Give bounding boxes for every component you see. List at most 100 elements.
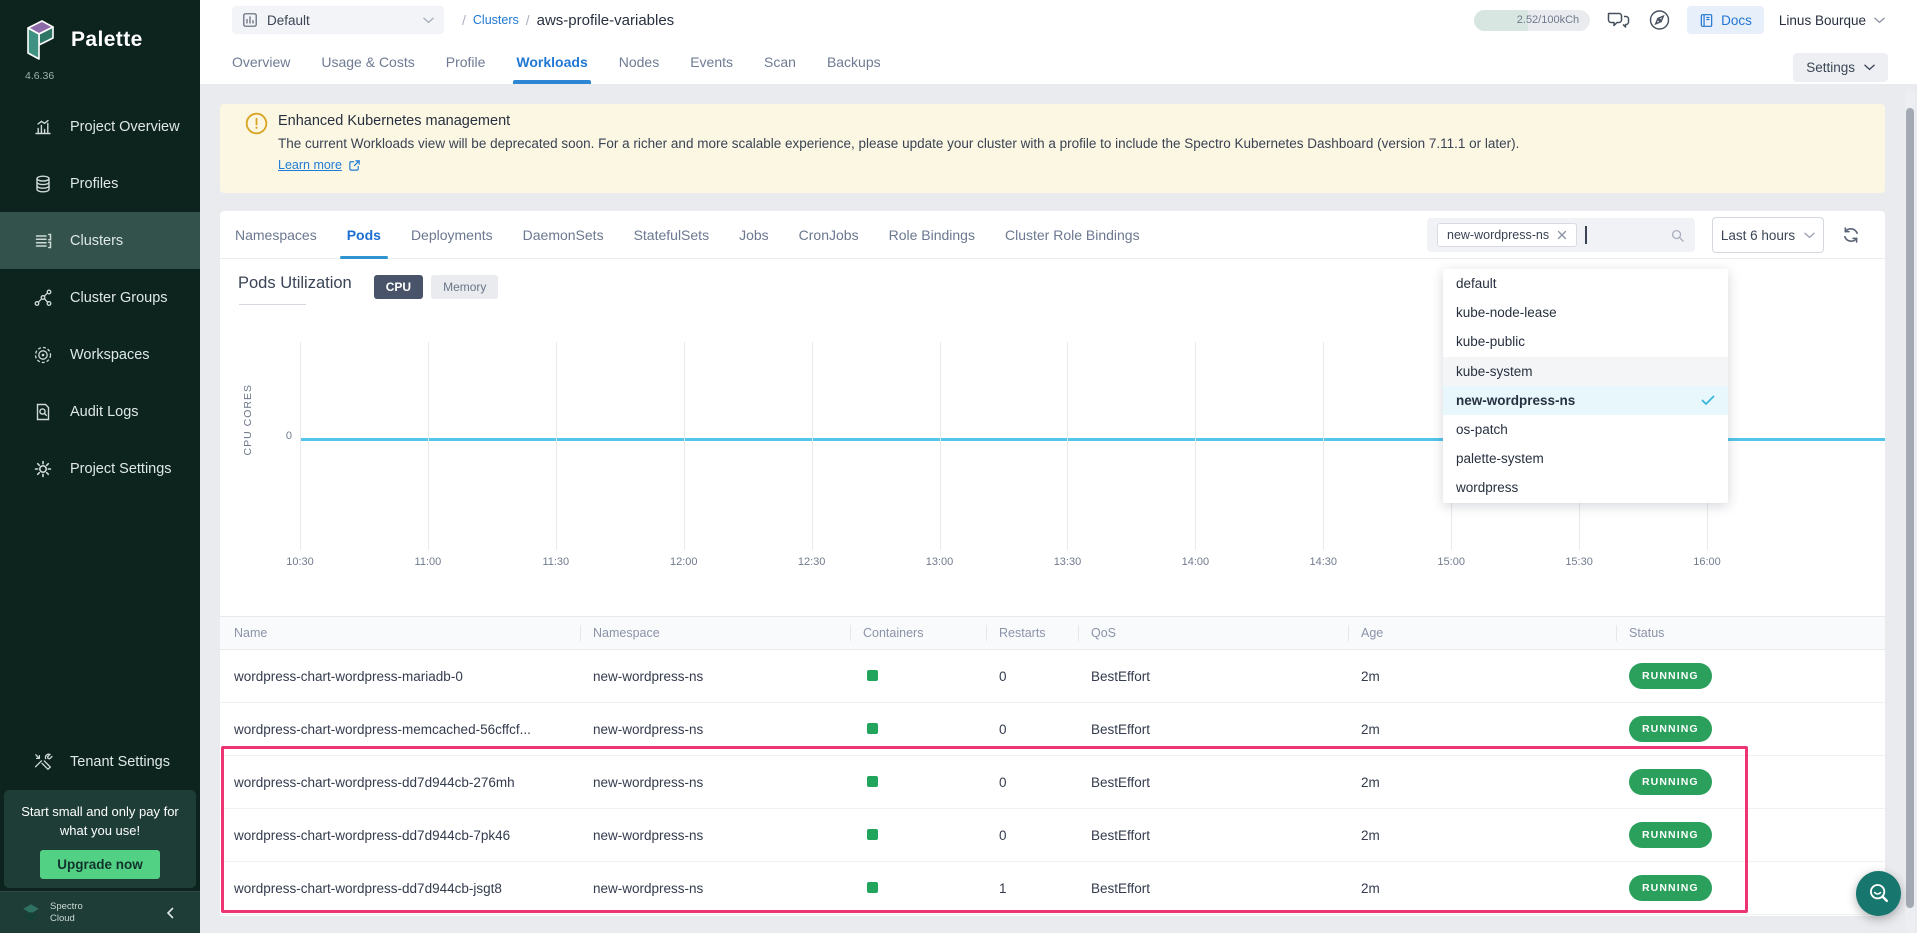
column-header-namespace[interactable]: Namespace [580,617,850,649]
column-header-status[interactable]: Status [1616,617,1885,649]
upgrade-now-button[interactable]: Upgrade now [40,850,160,879]
sidebar-item-cluster-groups[interactable]: Cluster Groups [0,269,200,326]
column-header-name[interactable]: Name [234,617,580,649]
pods-table-header: NameNamespaceContainersRestartsQoSAgeSta… [220,616,1885,650]
docs-button[interactable]: Docs [1687,6,1764,34]
sidebar-item-tenant-settings[interactable]: Tenant Settings [0,733,200,790]
tab-nodes[interactable]: Nodes [619,40,659,84]
status-badge: RUNNING [1629,716,1712,742]
collapse-sidebar-icon[interactable] [166,906,180,920]
namespace-option-kube-system[interactable]: kube-system [1443,357,1728,386]
namespace-option-os-patch[interactable]: os-patch [1443,415,1728,444]
tab-profile[interactable]: Profile [446,40,486,84]
breadcrumb-clusters-link[interactable]: Clusters [473,13,519,27]
namespace-option-wordpress[interactable]: wordpress [1443,473,1728,502]
usage-quota-pill: 2.52/100kCh [1474,10,1590,31]
chart-metric-toggles: CPU Memory [374,275,499,299]
user-menu[interactable]: Linus Bourque [1779,13,1885,28]
status-badge: RUNNING [1629,822,1712,848]
namespace-option-kube-public[interactable]: kube-public [1443,327,1728,356]
cell-qos: BestEffort [1078,828,1348,843]
subtab-daemonsets[interactable]: DaemonSets [523,211,604,258]
namespace-filter-input[interactable]: new-wordpress-ns [1427,218,1695,252]
subtab-cluster-role-bindings[interactable]: Cluster Role Bindings [1005,211,1140,258]
sidebar-item-audit-logs[interactable]: Audit Logs [0,383,200,440]
chart-title: Pods Utilization [238,274,352,305]
tab-overview[interactable]: Overview [232,40,290,84]
tab-workloads[interactable]: Workloads [516,40,587,84]
settings-button[interactable]: Settings [1793,53,1888,82]
palette-logo[interactable]: Palette [0,0,200,62]
tab-backups[interactable]: Backups [827,40,881,84]
sidebar-item-workspaces[interactable]: Workspaces [0,326,200,383]
close-icon[interactable] [1557,230,1567,240]
help-compass-icon[interactable] [1647,8,1672,32]
subtab-jobs[interactable]: Jobs [739,211,769,258]
sidebar-item-project-overview[interactable]: Project Overview [0,98,200,155]
chat-icon[interactable] [1605,8,1632,32]
content-area: Enhanced Kubernetes management The curre… [200,85,1917,933]
top-bar-right: 2.52/100kCh Docs Linus Bourque [1474,6,1885,34]
x-axis-tick-label: 15:30 [1549,556,1609,568]
cell-restarts: 0 [986,775,1078,790]
x-axis-tick-label: 12:00 [654,556,714,568]
column-header-age[interactable]: Age [1348,617,1616,649]
namespace-option-label: os-patch [1456,422,1508,437]
top-bar: Default / Clusters / aws-profile-variabl… [200,0,1917,40]
tab-events[interactable]: Events [690,40,733,84]
table-row[interactable]: wordpress-chart-wordpress-memcached-56cf… [220,703,1885,756]
sidebar-item-project-settings[interactable]: Project Settings [0,440,200,497]
x-axis-tick-label: 10:30 [270,556,330,568]
namespace-option-new-wordpress-ns[interactable]: new-wordpress-ns [1443,386,1728,415]
sidebar-item-label: Profiles [70,176,118,192]
subtab-namespaces[interactable]: Namespaces [235,211,317,258]
subtab-deployments[interactable]: Deployments [411,211,493,258]
subtab-role-bindings[interactable]: Role Bindings [889,211,975,258]
project-selector[interactable]: Default [232,6,444,34]
namespace-option-palette-system[interactable]: palette-system [1443,444,1728,473]
support-chat-button[interactable] [1856,871,1901,916]
time-range-select[interactable]: Last 6 hours [1712,217,1824,253]
namespace-option-default[interactable]: default [1443,269,1728,298]
subtab-statefulsets[interactable]: StatefulSets [634,211,710,258]
banner-title: Enhanced Kubernetes management [278,113,510,129]
subtab-pods[interactable]: Pods [347,211,381,258]
namespace-filter-chip: new-wordpress-ns [1437,223,1577,247]
workspaces-icon [33,345,53,365]
docs-button-label: Docs [1721,13,1752,28]
table-row[interactable]: wordpress-chart-wordpress-dd7d944cb-7pk4… [220,809,1885,862]
status-badge: RUNNING [1629,663,1712,689]
chevron-down-icon [1874,17,1885,24]
vertical-scrollbar[interactable] [1905,90,1915,933]
sidebar-item-label: Workspaces [70,347,150,363]
breadcrumb-separator: / [526,12,530,28]
column-header-restarts[interactable]: Restarts [986,617,1078,649]
toggle-cpu[interactable]: CPU [374,275,423,299]
subtab-cronjobs[interactable]: CronJobs [799,211,859,258]
sidebar-item-profiles[interactable]: Profiles [0,155,200,212]
table-row[interactable]: wordpress-chart-wordpress-mariadb-0new-w… [220,650,1885,703]
namespace-option-kube-node-lease[interactable]: kube-node-lease [1443,298,1728,327]
settings-button-label: Settings [1806,60,1855,75]
chart-section-head: Pods Utilization CPU Memory [238,274,498,305]
learn-more-link[interactable]: Learn more [278,158,361,172]
table-row[interactable]: wordpress-chart-wordpress-dd7d944cb-276m… [220,756,1885,809]
cell-age: 2m [1348,669,1616,684]
table-row[interactable]: wordpress-chart-wordpress-dd7d944cb-jsgt… [220,862,1885,915]
x-axis-tick-label: 13:00 [910,556,970,568]
tab-scan[interactable]: Scan [764,40,796,84]
status-badge: RUNNING [1629,875,1712,901]
toggle-memory[interactable]: Memory [431,275,498,299]
status-badge: RUNNING [1629,769,1712,795]
workloads-subtab-bar: Namespaces Pods Deployments DaemonSets State… [220,211,1885,259]
scrollbar-thumb[interactable] [1906,108,1914,908]
column-header-qos[interactable]: QoS [1078,617,1348,649]
project-overview-icon [33,117,53,137]
sidebar-nav: Project Overview Profiles ClustersCluster … [0,98,200,497]
refresh-icon[interactable] [1842,226,1860,244]
spectro-cloud-logo-icon [20,902,42,924]
cell-restarts: 0 [986,669,1078,684]
sidebar-item-clusters[interactable]: Clusters [0,212,200,269]
column-header-containers[interactable]: Containers [850,617,986,649]
tab-usage-costs[interactable]: Usage & Costs [321,40,414,84]
